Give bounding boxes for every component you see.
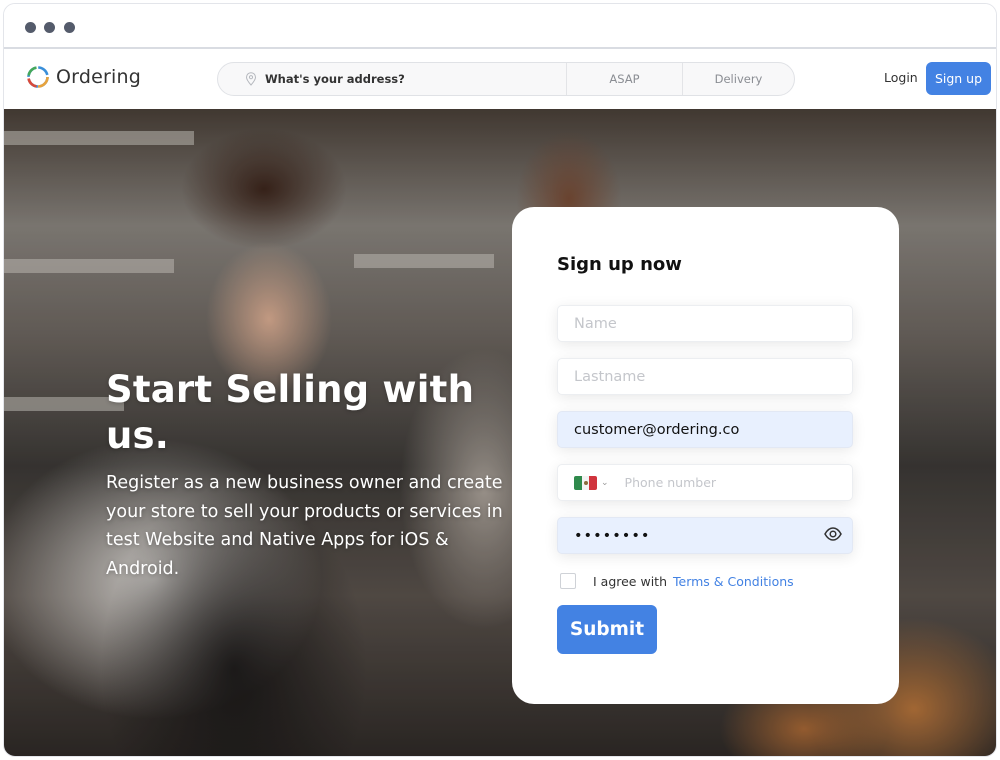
password-field[interactable] xyxy=(557,517,853,554)
hero-description: Register as a new business owner and cre… xyxy=(106,473,503,579)
window-control-dot[interactable] xyxy=(44,22,55,33)
email-field[interactable] xyxy=(557,411,853,448)
submit-button[interactable]: Submit xyxy=(557,605,657,654)
background-shelf xyxy=(4,259,174,273)
terms-link[interactable]: Terms & Conditions xyxy=(673,574,794,589)
signup-card: Sign up now ⌄ I agree with Terms & Condi… xyxy=(512,207,899,704)
signup-title: Sign up now xyxy=(557,254,682,275)
phone-number-input[interactable] xyxy=(624,475,852,490)
eye-icon[interactable] xyxy=(824,527,842,541)
terms-checkbox[interactable] xyxy=(560,573,576,589)
hero-copy: Start Selling with us. Register as a new… xyxy=(106,367,506,583)
brand-logo[interactable]: Ordering xyxy=(26,65,141,89)
location-pin-icon xyxy=(245,72,257,86)
browser-window: Ordering What's your address? ASAP Deliv… xyxy=(3,3,997,757)
address-input[interactable]: What's your address? xyxy=(218,63,566,95)
chevron-down-icon[interactable]: ⌄ xyxy=(601,478,609,488)
hero-section: Start Selling with us. Register as a new… xyxy=(4,109,996,756)
order-type-selector[interactable]: Delivery xyxy=(682,63,794,95)
navbar: Ordering What's your address? ASAP Deliv… xyxy=(4,49,996,109)
background-shelf xyxy=(4,131,194,145)
window-control-dot[interactable] xyxy=(64,22,75,33)
time-selector[interactable]: ASAP xyxy=(566,63,682,95)
title-bar xyxy=(4,4,996,49)
agree-label: I agree with xyxy=(593,573,667,589)
background-shelf xyxy=(354,254,494,268)
ordering-logo-icon xyxy=(27,66,49,88)
terms-agreement: I agree with Terms & Conditions xyxy=(560,573,794,589)
name-field[interactable] xyxy=(557,305,853,342)
login-link[interactable]: Login xyxy=(884,70,918,85)
brand-name: Ordering xyxy=(56,66,141,88)
window-control-dot[interactable] xyxy=(25,22,36,33)
address-placeholder: What's your address? xyxy=(265,72,405,86)
lastname-field[interactable] xyxy=(557,358,853,395)
hero-title: Start Selling with us. xyxy=(106,368,475,457)
address-bar: What's your address? ASAP Delivery xyxy=(217,62,795,96)
signup-button[interactable]: Sign up xyxy=(926,62,991,95)
phone-field: ⌄ xyxy=(557,464,853,501)
mexico-flag-icon[interactable] xyxy=(574,475,597,490)
